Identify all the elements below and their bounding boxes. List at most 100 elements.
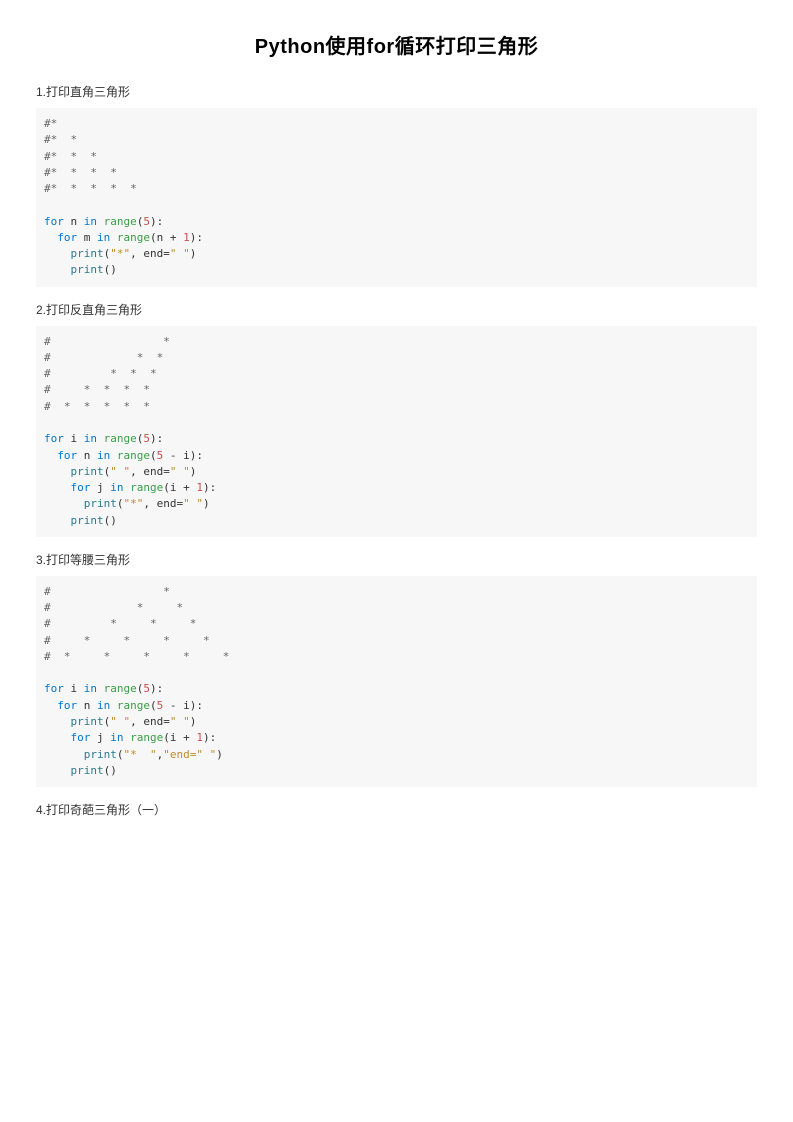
number: 1 — [196, 731, 203, 744]
var: n — [84, 699, 91, 712]
keyword-for: for — [44, 682, 64, 695]
paren: ) — [216, 748, 223, 761]
paren: ): — [190, 449, 203, 462]
code-block-1: #* #* * #* * * #* * * * #* * * * * for n… — [36, 108, 757, 287]
var: m — [84, 231, 91, 244]
number: 5 — [143, 432, 150, 445]
string: "*" — [110, 247, 130, 260]
keyword-in: in — [84, 682, 97, 695]
comment-line: # * * * * — [44, 634, 216, 647]
string: "*" — [124, 497, 144, 510]
comment-line: #* * * — [44, 150, 104, 163]
string: " " — [170, 465, 190, 478]
fn-print: print — [71, 465, 104, 478]
comment-line: # * * * * * — [44, 650, 236, 663]
string: " " — [183, 497, 203, 510]
section-3-label: 3.打印等腰三角形 — [36, 551, 757, 568]
keyword-for: for — [44, 432, 64, 445]
comment-line: # * * * * * — [44, 400, 157, 413]
keyword-in: in — [84, 215, 97, 228]
comment-line: # * * — [44, 601, 190, 614]
string: " " — [110, 465, 130, 478]
fn-range: range — [104, 215, 137, 228]
fn-print: print — [71, 715, 104, 728]
number: 1 — [196, 481, 203, 494]
keyword-in: in — [97, 231, 110, 244]
keyword-for: for — [57, 699, 77, 712]
var: j — [97, 481, 104, 494]
string: " " — [170, 247, 190, 260]
fn-print: print — [84, 497, 117, 510]
keyword-for: for — [71, 731, 91, 744]
comment-line: # * * * * — [44, 383, 157, 396]
keyword-in: in — [110, 731, 123, 744]
code-block-3: # * # * * # * * * # * * * * # * * * * * … — [36, 576, 757, 787]
var: i — [71, 682, 78, 695]
keyword-in: in — [97, 699, 110, 712]
var: n — [84, 449, 91, 462]
string: " " — [170, 715, 190, 728]
paren: ): — [150, 682, 163, 695]
paren: () — [104, 514, 117, 527]
fn-print: print — [84, 748, 117, 761]
paren: ( — [150, 449, 157, 462]
var: i — [71, 432, 78, 445]
op: , end= — [143, 497, 183, 510]
section-4-label: 4.打印奇葩三角形（一） — [36, 801, 757, 818]
string: "* " — [124, 748, 157, 761]
paren: ) — [203, 497, 210, 510]
paren: ) — [190, 247, 197, 260]
fn-range: range — [130, 481, 163, 494]
paren: ( — [117, 748, 124, 761]
string: "end=" " — [163, 748, 216, 761]
paren: ): — [190, 231, 203, 244]
var: n — [71, 215, 78, 228]
string: " " — [110, 715, 130, 728]
comment-line: # * — [44, 585, 176, 598]
fn-range: range — [117, 449, 150, 462]
fn-print: print — [71, 764, 104, 777]
section-1-label: 1.打印直角三角形 — [36, 83, 757, 100]
keyword-in: in — [97, 449, 110, 462]
paren: ): — [190, 699, 203, 712]
fn-range: range — [104, 682, 137, 695]
fn-print: print — [71, 263, 104, 276]
number: 1 — [183, 231, 190, 244]
fn-range: range — [130, 731, 163, 744]
paren: (i + — [163, 481, 196, 494]
paren: ): — [203, 481, 216, 494]
fn-range: range — [117, 699, 150, 712]
keyword-for: for — [71, 481, 91, 494]
paren: ): — [150, 432, 163, 445]
op: - i — [163, 699, 190, 712]
comment-line: # * — [44, 335, 176, 348]
code-block-2: # * # * * # * * * # * * * * # * * * * * … — [36, 326, 757, 537]
comment-line: #* * — [44, 133, 84, 146]
paren: ) — [190, 465, 197, 478]
op: , end= — [130, 715, 170, 728]
number: 5 — [143, 215, 150, 228]
op: , end= — [130, 465, 170, 478]
paren: ( — [150, 699, 157, 712]
paren: ): — [203, 731, 216, 744]
paren: (i + — [163, 731, 196, 744]
op: , end= — [130, 247, 170, 260]
fn-print: print — [71, 514, 104, 527]
op: - i — [163, 449, 190, 462]
fn-range: range — [117, 231, 150, 244]
keyword-for: for — [44, 215, 64, 228]
comment-line: #* — [44, 117, 64, 130]
section-2-label: 2.打印反直角三角形 — [36, 301, 757, 318]
fn-range: range — [104, 432, 137, 445]
comment-line: # * * * — [44, 617, 203, 630]
keyword-for: for — [57, 231, 77, 244]
paren: (n + — [150, 231, 183, 244]
keyword-for: for — [57, 449, 77, 462]
paren: () — [104, 263, 117, 276]
fn-print: print — [71, 247, 104, 260]
comment-line: # * * — [44, 351, 170, 364]
page-title: Python使用for循环打印三角形 — [36, 30, 757, 59]
keyword-in: in — [110, 481, 123, 494]
keyword-in: in — [84, 432, 97, 445]
paren: ) — [190, 715, 197, 728]
